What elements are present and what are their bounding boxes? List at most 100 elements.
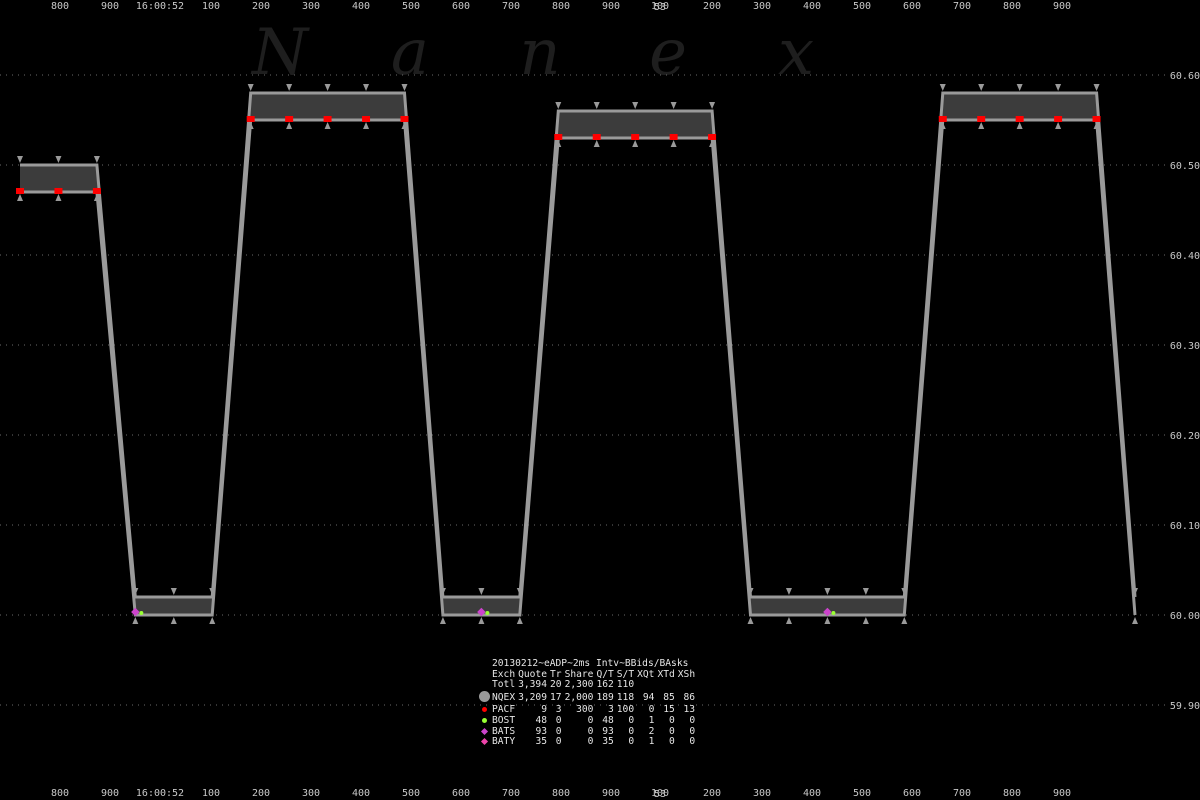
- stats-cell: 1: [648, 736, 655, 748]
- stats-cell: 118: [616, 691, 635, 703]
- time-tick-label: 600: [903, 1, 921, 12]
- watermark-letter: N: [250, 16, 310, 90]
- stats-cell: 0: [587, 736, 594, 748]
- time-tick-label: 500: [853, 788, 871, 799]
- time-tick-label: 700: [502, 1, 520, 12]
- ask-quote-marker: [324, 84, 331, 91]
- stats-cell: 48: [602, 714, 614, 726]
- stats-cell: 0: [555, 714, 562, 726]
- watermark-letter: a: [391, 16, 429, 90]
- time-tick-label: 800: [552, 1, 570, 12]
- ask-quote-marker: [862, 588, 869, 595]
- stats-cell: 17: [550, 691, 562, 703]
- pacf-marker: [362, 116, 371, 122]
- time-tick-label: 300: [302, 788, 320, 799]
- ask-quote-marker: [670, 102, 677, 109]
- exchange-marker: [478, 737, 490, 748]
- pacf-marker: [400, 116, 409, 122]
- stats-cell: BOST: [492, 714, 516, 726]
- ask-quote-marker: [93, 156, 100, 163]
- stats-panel: 20130212~eADP~2ms Intv~BBids/BAsks Exch Q…: [478, 658, 698, 748]
- stats-cell: 0: [689, 725, 696, 737]
- bid-quote-marker: [824, 617, 831, 624]
- stats-cell: BATY: [492, 736, 516, 748]
- stats-row: BOST 48 0 0 48 0 1 0 0: [478, 714, 698, 727]
- time-tick-label: 300: [753, 788, 771, 799]
- ask-quote-marker: [978, 84, 985, 91]
- pacf-marker: [631, 134, 640, 140]
- time-tick-label: 800: [1003, 1, 1021, 12]
- stats-cell: 2,300: [564, 679, 594, 691]
- price-tick-label: 60.60: [1170, 71, 1200, 82]
- exchange-marker: [478, 680, 490, 691]
- time-tick-label: 900: [602, 1, 620, 12]
- time-tick-label: 800: [1003, 788, 1021, 799]
- stats-cell: 1: [648, 714, 655, 726]
- time-tick-label: 900: [1053, 788, 1071, 799]
- ask-quote-marker: [593, 102, 600, 109]
- bid-quote-marker: [209, 617, 216, 624]
- exchange-marker: [478, 716, 490, 727]
- time-tick-label: 500: [402, 1, 420, 12]
- ask-quote-marker: [824, 588, 831, 595]
- pacf-marker-icon: [481, 707, 487, 713]
- bid-quote-marker: [170, 617, 177, 624]
- ask-quote-marker: [363, 84, 370, 91]
- time-tick-label: 900: [602, 788, 620, 799]
- stats-cell: [637, 680, 657, 691]
- time-label: 16:00:52: [136, 1, 184, 12]
- nqex-marker-icon: [478, 690, 490, 702]
- watermark-letter: x: [778, 16, 814, 90]
- column-header: XTd: [657, 668, 675, 680]
- price-tick-label: 60.30: [1170, 341, 1200, 352]
- spread-band: [20, 93, 1135, 615]
- bid-quote-marker: [747, 617, 754, 624]
- bid-quote-marker: [478, 617, 485, 624]
- bid-quote-marker: [1055, 122, 1062, 129]
- pacf-marker: [54, 188, 63, 194]
- bid-quote-marker: [1016, 122, 1023, 129]
- price-tick-label: 60.40: [1170, 251, 1200, 262]
- time-tick-label: 200: [703, 1, 721, 12]
- pacf-marker: [246, 116, 255, 122]
- bid-quote-marker: [785, 617, 792, 624]
- time-tick-label: 400: [352, 788, 370, 799]
- ask-edge-line: [20, 91, 1137, 599]
- bid-quote-marker: [670, 140, 677, 147]
- price-tick-label: 60.10: [1170, 521, 1200, 532]
- baty-marker-icon: [480, 738, 488, 746]
- bost-marker: [831, 611, 836, 615]
- stats-cell: 0: [689, 736, 696, 748]
- exchange-marker: [478, 705, 490, 716]
- bid-quote-marker: [286, 122, 293, 129]
- stats-cell: NQEX: [492, 691, 516, 703]
- stats-cell: Totl: [492, 679, 516, 691]
- stats-cell: 189: [596, 691, 614, 703]
- stats-cell: 85: [663, 691, 675, 703]
- time-tick-label: 900: [1053, 1, 1071, 12]
- bid-quote-marker: [862, 617, 869, 624]
- time-tick-label: 400: [352, 1, 370, 12]
- ask-quote-marker: [709, 102, 716, 109]
- ask-quote-marker: [1016, 84, 1023, 91]
- ask-quote-marker: [939, 84, 946, 91]
- stats-row: BATY 35 0 0 35 0 1 0 0: [478, 737, 698, 748]
- pacf-marker: [708, 134, 717, 140]
- ask-quote-marker: [170, 588, 177, 595]
- stats-row: NQEX 3,209 17 2,000 189 118 94 85 86: [478, 690, 698, 706]
- ask-quote-marker: [478, 588, 485, 595]
- stats-cell: 162: [596, 679, 614, 691]
- bid-quote-marker: [632, 140, 639, 147]
- bid-quote-marker: [978, 122, 985, 129]
- stats-cell: 2,000: [564, 691, 594, 703]
- stats-cell: 2: [648, 725, 655, 737]
- stats-cell: 0: [668, 736, 675, 748]
- time-tick-label: 700: [502, 788, 520, 799]
- stats-cell: 0: [587, 714, 594, 726]
- time-tick-label: 600: [452, 1, 470, 12]
- time-tick-label: 100: [202, 788, 220, 799]
- stats-cell: 0: [689, 714, 696, 726]
- bid-quote-marker: [901, 617, 908, 624]
- stats-cell: 20: [550, 679, 562, 691]
- bid-quote-marker: [132, 617, 139, 624]
